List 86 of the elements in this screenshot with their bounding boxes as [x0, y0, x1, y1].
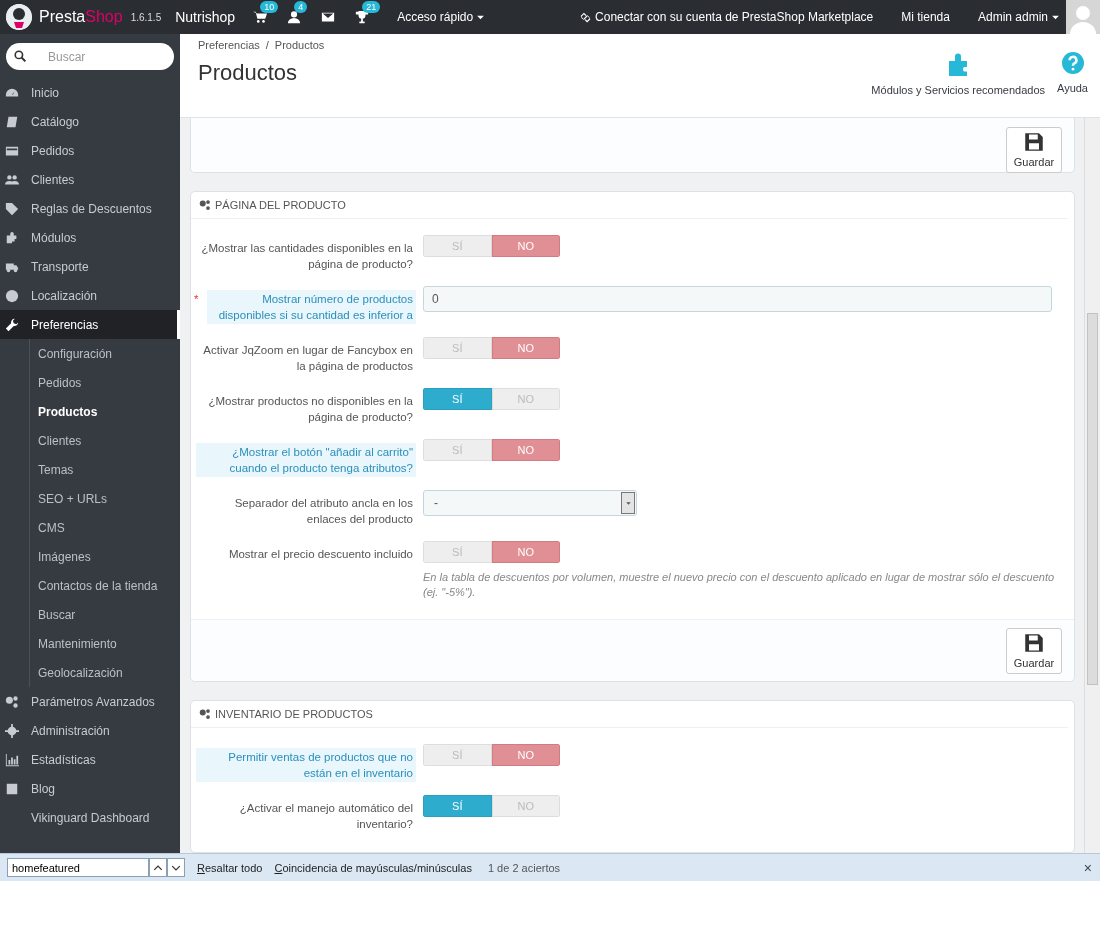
previous-button[interactable] [149, 858, 167, 877]
search-icon [14, 50, 27, 63]
field-label: Separador del atributo ancla en los enlaces del producto [233, 496, 414, 527]
panel-title: INVENTARIO DE PRODUCTOS [215, 708, 373, 720]
tag-icon [5, 201, 19, 216]
marketplace-link[interactable]: Conectar con su cuenta de PrestaShop Marketplace [595, 10, 874, 24]
sidebar-item[interactable]: Clientes [0, 165, 180, 194]
sidebar-subitem[interactable]: Geolocalización [30, 658, 180, 687]
field-label: ¿Mostrar las cantidades disponibles en la página de producto? [200, 241, 414, 272]
required-mark: * [193, 292, 200, 307]
field-label: Mostrar número de productos disponibles si su cantidad es inferior a [207, 290, 416, 324]
gears-icon [5, 694, 19, 709]
scrollbar[interactable] [1084, 118, 1100, 853]
sidebar-item[interactable]: Preferencias [0, 310, 180, 339]
notification-badge: 10 [260, 1, 279, 13]
highlight-all-button[interactable]: Resaltar todo [197, 861, 263, 874]
sidebar-item[interactable]: Pedidos [0, 136, 180, 165]
close-button[interactable]: × [1083, 859, 1092, 876]
shop-name: Nutrishop [175, 9, 236, 25]
next-button[interactable] [167, 858, 185, 877]
trophy-icon [355, 10, 370, 24]
gears-icon [199, 199, 211, 211]
notification-badge: 21 [362, 1, 381, 13]
wrench-icon [5, 317, 19, 332]
match-count: 1 de 2 aciertos [487, 861, 561, 874]
sidebar-item[interactable]: Parámetros Avanzados [0, 687, 180, 716]
help-text: En la tabla de descuentos por volumen, muestre el nuevo precio con el descuento aplicado en lugar de mostrar sólo el descuento (ej. "-5%"). [423, 570, 1056, 600]
sidebar-item[interactable]: Localización [0, 281, 180, 310]
sidebar-subitem[interactable]: Temas [30, 455, 180, 484]
bar-chart-icon [5, 752, 19, 767]
toolbar-button[interactable]: Ayuda [1057, 52, 1088, 117]
breadcrumb-link[interactable]: Preferencias [198, 39, 260, 51]
sidebar-subitem[interactable]: Clientes [30, 426, 180, 455]
sidebar-subitem[interactable]: Contactos de la tienda [30, 571, 180, 600]
puzzle-icon [5, 230, 19, 245]
quick-access-menu[interactable]: Acceso rápido [397, 10, 486, 24]
save-button[interactable]: Guardar [1006, 627, 1062, 674]
sidebar-item[interactable]: Inicio [0, 78, 180, 107]
breadcrumb-link[interactable]: Productos [274, 39, 325, 51]
my-shop-link[interactable]: Mi tienda [901, 10, 950, 24]
link-icon [579, 10, 593, 24]
page-title: Productos [198, 60, 299, 86]
help-icon [1061, 52, 1084, 74]
sidebar-subitem[interactable]: Imágenes [30, 542, 180, 571]
match-case-button[interactable]: Coincidencia de mayúsculas/minúsculas [274, 861, 472, 874]
sidebar-subitem[interactable]: SEO + URLs [30, 484, 180, 513]
sidebar-subitem[interactable]: Productos [30, 397, 180, 426]
field-label: ¿Activar el manejo automático del inventario? [238, 801, 414, 832]
save-button[interactable]: Guardar [1006, 127, 1062, 173]
book-icon [5, 114, 19, 129]
user-icon [287, 10, 302, 24]
field-label: Activar JqZoom en lugar de Fancybox en la página de productos [202, 343, 414, 374]
separator-select[interactable]: - [423, 490, 637, 516]
logo-icon [6, 4, 32, 30]
users-icon [5, 172, 19, 187]
cart-icon [253, 10, 268, 24]
toolbar-button[interactable]: Módulos y Servicios recomendados [871, 52, 1045, 117]
field-label: ¿Mostrar productos no disponibles en la página de producto? [207, 394, 414, 425]
notification-badge: 4 [294, 1, 308, 13]
envelope-icon [321, 10, 336, 24]
sidebar-item[interactable]: Módulos [0, 223, 180, 252]
sidebar-item[interactable]: Transporte [0, 252, 180, 281]
sidebar-item[interactable]: Estadísticas [0, 745, 180, 774]
find-field[interactable]: homefeatured [7, 858, 149, 877]
number-field[interactable]: 0 [423, 286, 1052, 312]
sidebar-subitem[interactable]: Mantenimiento [30, 629, 180, 658]
sidebar-item[interactable]: Administración [0, 716, 180, 745]
sidebar-subitem[interactable]: Configuración [30, 339, 180, 368]
brand-name: PrestaShop [39, 8, 123, 26]
sidebar-item[interactable]: Catálogo [0, 107, 180, 136]
sidebar-subitem[interactable]: CMS [30, 513, 180, 542]
sidebar-item[interactable]: Vikinguard Dashboard [0, 803, 180, 832]
panel-title: PÁGINA DEL PRODUCTO [215, 199, 346, 211]
breadcrumb-separator: / [265, 39, 269, 51]
field-label: Mostrar el precio descuento incluido [227, 547, 414, 562]
version-label: 1.6.1.5 [130, 11, 162, 23]
sidebar-item[interactable]: Blog [0, 774, 180, 803]
search-field[interactable]: Buscar [6, 43, 174, 70]
sidebar-subitem[interactable]: Pedidos [30, 368, 180, 397]
field-label: Permitir ventas de productos que no están en el inventario [196, 748, 416, 782]
field-label: ¿Mostrar el botón "añadir al carrito" cuando el producto tenga atributos? [196, 443, 416, 477]
gears-icon [199, 708, 211, 720]
sidebar-subitem[interactable]: Buscar [30, 600, 180, 629]
caret-icon [624, 499, 632, 507]
sidebar-item[interactable]: Reglas de Descuentos [0, 194, 180, 223]
user-menu[interactable]: Admin admin [977, 10, 1060, 24]
